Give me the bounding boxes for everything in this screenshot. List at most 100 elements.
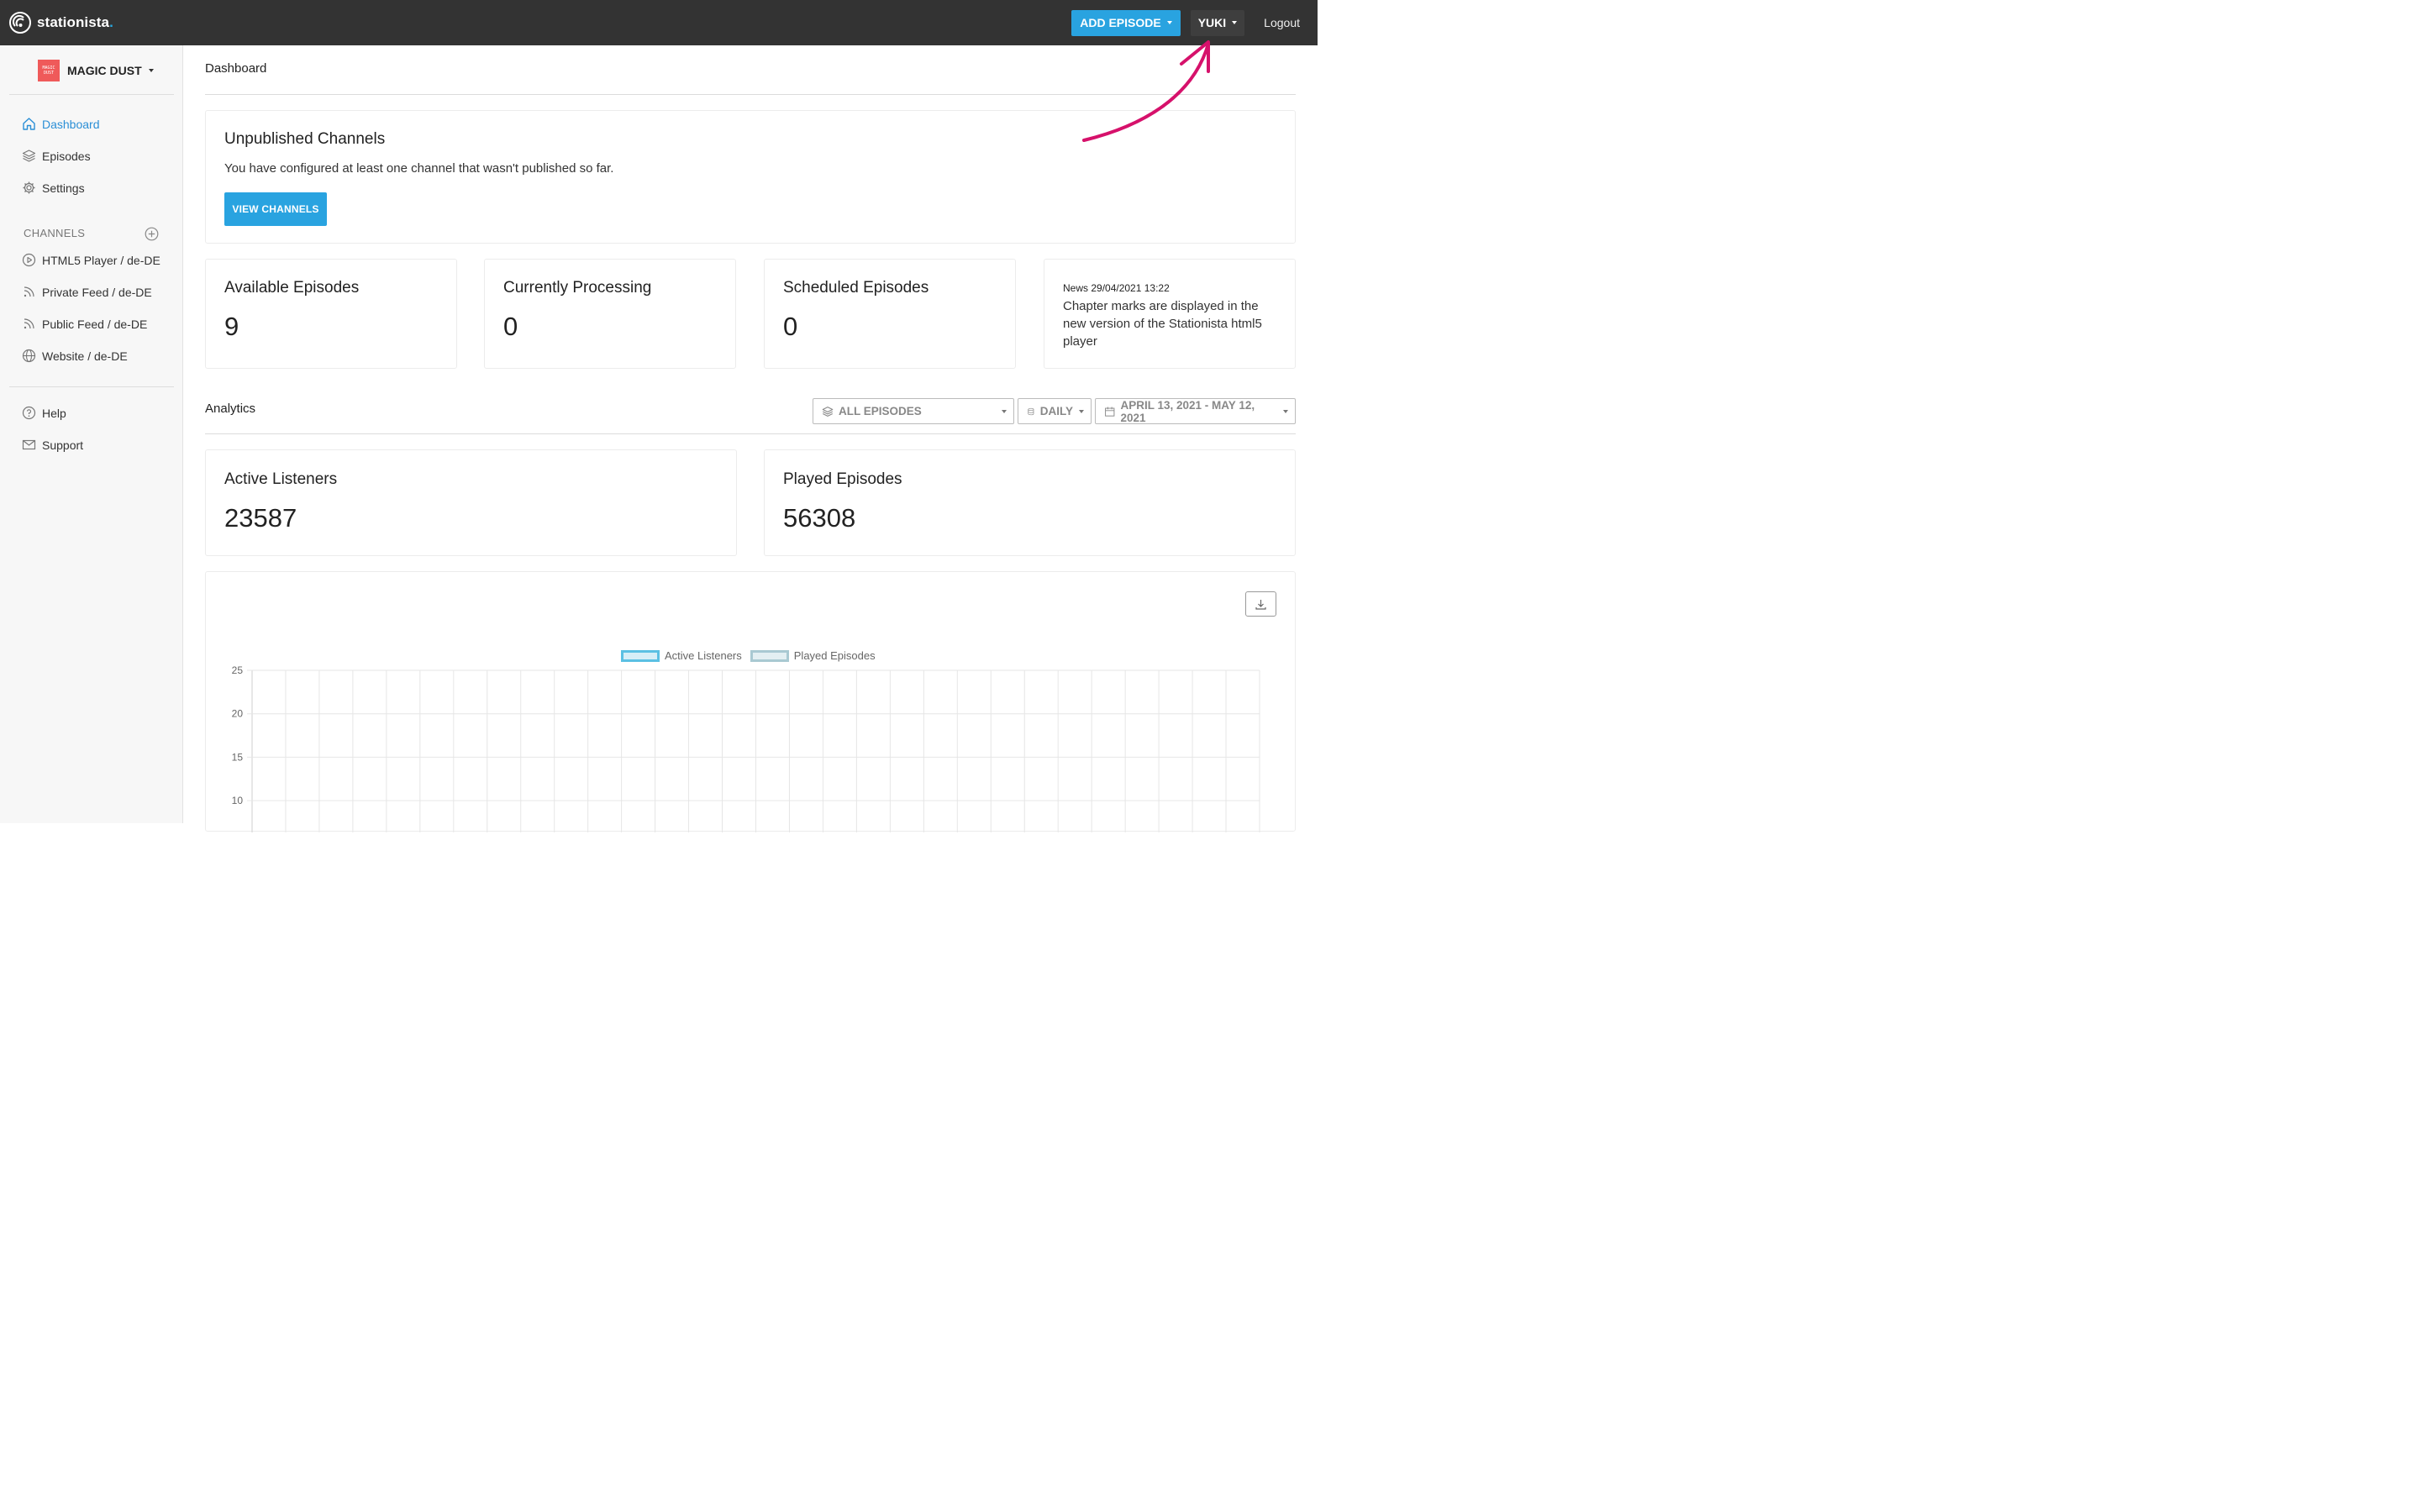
sidebar-item-label: Public Feed / de-DE	[42, 317, 148, 331]
chevron-down-icon	[148, 69, 154, 72]
legend-swatch	[750, 649, 789, 662]
brand-dot: .	[109, 14, 113, 30]
add-episode-label: ADD EPISODE	[1080, 16, 1161, 29]
sidebar-item-channel-website[interactable]: Website / de-DE	[22, 349, 128, 363]
unpublished-title: Unpublished Channels	[224, 130, 386, 148]
database-icon	[1028, 407, 1034, 415]
layers-icon	[22, 150, 36, 162]
y-tick-label: 15	[232, 751, 244, 763]
legend-swatch	[621, 649, 660, 662]
stat-value: 0	[783, 312, 798, 341]
y-tick-label: 10	[232, 795, 244, 806]
channel-picker[interactable]: MAGIC DUST MAGIC DUST	[38, 60, 154, 81]
played-episodes-card: Played Episodes 56308	[764, 449, 1296, 556]
chart-legend: Active Listeners Played Episodes	[621, 649, 884, 662]
analytics-chart: 25 20 15 10	[232, 664, 1260, 832]
page-title: Dashboard	[205, 61, 267, 76]
channel-thumb-line2: DUST	[43, 71, 55, 76]
sidebar-divider	[9, 386, 174, 387]
gear-icon	[23, 181, 35, 194]
interval-filter-label: DAILY	[1039, 405, 1073, 417]
rss-icon	[24, 286, 34, 297]
download-icon	[1255, 599, 1266, 610]
calendar-icon	[1105, 406, 1115, 417]
legend-item-active-listeners[interactable]: Active Listeners	[621, 649, 742, 662]
legend-label: Active Listeners	[665, 649, 742, 662]
user-menu-button[interactable]: YUKI	[1190, 9, 1245, 36]
interval-filter-select[interactable]: DAILY	[1018, 398, 1092, 424]
stat-card-available-episodes: Available Episodes 9	[205, 259, 457, 369]
add-episode-button[interactable]: ADD EPISODE	[1071, 9, 1181, 36]
sidebar-item-channel-private-feed[interactable]: Private Feed / de-DE	[22, 285, 152, 299]
active-listeners-value: 23587	[224, 503, 297, 533]
legend-label: Played Episodes	[793, 649, 876, 662]
view-channels-button[interactable]: VIEW CHANNELS	[224, 192, 327, 226]
y-tick-label: 25	[232, 664, 244, 676]
sidebar-divider	[9, 94, 174, 95]
stat-card-currently-processing: Currently Processing 0	[484, 259, 736, 369]
sidebar-item-label: Private Feed / de-DE	[42, 285, 152, 299]
mail-icon	[22, 439, 36, 450]
channel-thumbnail: MAGIC DUST	[38, 60, 60, 81]
news-text: Chapter marks are displayed in the new v…	[1063, 299, 1262, 349]
globe-icon	[22, 349, 36, 363]
active-listeners-card: Active Listeners 23587	[205, 449, 737, 556]
sidebar-item-channel-html5-player[interactable]: HTML5 Player / de-DE	[22, 253, 160, 267]
chevron-down-icon	[1232, 21, 1238, 24]
sidebar-item-label: Episodes	[42, 149, 91, 163]
sidebar-item-label: Support	[42, 438, 84, 452]
brand[interactable]: stationista.	[9, 12, 113, 34]
y-tick-label: 20	[232, 708, 244, 720]
sidebar-item-label: Website / de-DE	[42, 349, 128, 363]
download-chart-button[interactable]	[1245, 591, 1276, 617]
help-icon	[22, 406, 36, 420]
logout-link[interactable]: Logout	[1264, 16, 1300, 29]
sidebar-item-label: HTML5 Player / de-DE	[42, 253, 160, 267]
layers-icon	[822, 406, 834, 417]
sidebar: MAGIC DUST MAGIC DUST Dashboard Episodes…	[0, 45, 183, 823]
played-episodes-title: Played Episodes	[783, 470, 902, 488]
active-listeners-title: Active Listeners	[224, 470, 338, 488]
user-menu-label: YUKI	[1197, 16, 1227, 29]
date-range-picker[interactable]: APRIL 13, 2021 - MAY 12, 2021	[1095, 398, 1296, 424]
channels-heading: CHANNELS	[24, 227, 86, 239]
date-range-label: APRIL 13, 2021 - MAY 12, 2021	[1120, 398, 1255, 424]
played-episodes-value: 56308	[783, 503, 856, 533]
analytics-divider	[205, 433, 1296, 434]
chevron-down-icon	[1166, 21, 1172, 24]
sidebar-item-settings[interactable]: Settings	[22, 181, 85, 195]
legend-item-played-episodes[interactable]: Played Episodes	[750, 649, 876, 662]
add-channel-icon[interactable]	[145, 227, 159, 241]
sidebar-item-support[interactable]: Support	[22, 438, 83, 452]
news-date: News 29/04/2021 13:22	[1063, 282, 1170, 294]
sidebar-item-label: Settings	[42, 181, 85, 195]
sidebar-item-dashboard[interactable]: Dashboard	[22, 117, 100, 131]
episodes-filter-label: ALL EPISODES	[839, 405, 922, 417]
stat-value: 9	[224, 312, 239, 341]
sidebar-item-label: Dashboard	[42, 117, 100, 131]
rss-icon	[24, 318, 34, 329]
annotation-arrow-icon	[1082, 40, 1210, 142]
stat-title: Scheduled Episodes	[783, 279, 929, 297]
stationista-logo-icon	[9, 12, 31, 34]
unpublished-text: You have configured at least one channel…	[224, 161, 614, 176]
sidebar-item-episodes[interactable]: Episodes	[22, 149, 91, 163]
sidebar-item-label: Help	[42, 406, 66, 420]
stat-value: 0	[503, 312, 518, 341]
sidebar-item-help[interactable]: Help	[22, 406, 66, 420]
chevron-down-icon	[1002, 409, 1007, 413]
play-icon	[22, 253, 36, 267]
sidebar-item-channel-public-feed[interactable]: Public Feed / de-DE	[22, 317, 147, 331]
chevron-down-icon	[1079, 409, 1084, 413]
stat-title: Currently Processing	[503, 279, 652, 297]
analytics-heading: Analytics	[205, 402, 256, 416]
chevron-down-icon	[1283, 409, 1288, 413]
stat-card-scheduled-episodes: Scheduled Episodes 0	[764, 259, 1016, 369]
channel-name: MAGIC DUST	[67, 64, 142, 77]
analytics-chart-card: Active Listeners Played Episodes 25 20 15 1…	[205, 571, 1296, 832]
news-card[interactable]: News 29/04/2021 13:22 Chapter marks are …	[1044, 259, 1296, 369]
home-icon	[23, 118, 35, 130]
brand-name: stationista	[37, 14, 110, 30]
stat-title: Available Episodes	[224, 279, 360, 297]
episodes-filter-select[interactable]: ALL EPISODES	[813, 398, 1014, 424]
